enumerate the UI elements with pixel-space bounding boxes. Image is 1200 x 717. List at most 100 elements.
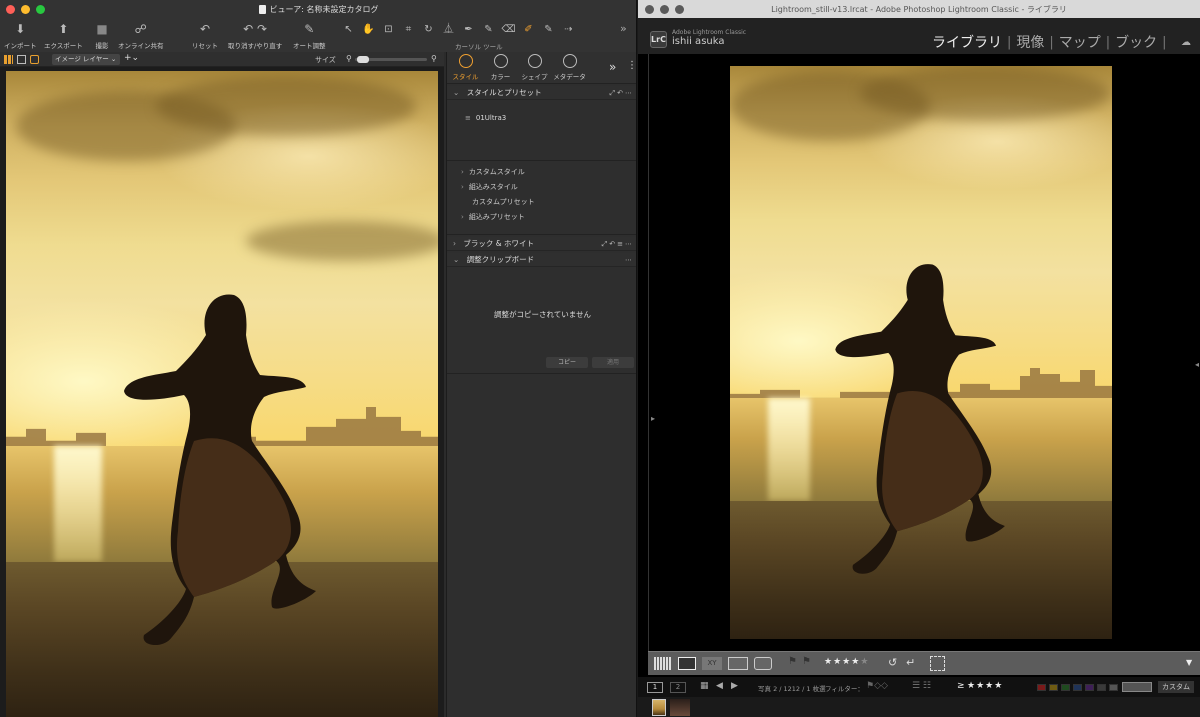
color-label-swatch[interactable] xyxy=(1109,684,1118,691)
left-panel-toggle-icon[interactable]: ▸ xyxy=(651,414,655,423)
color-label-swatch[interactable] xyxy=(1061,684,1070,691)
loupe-view-icon[interactable] xyxy=(678,657,696,670)
tab-shape[interactable]: シェイプ xyxy=(518,54,551,81)
builtin-styles-item[interactable]: › 組込みスタイル xyxy=(461,182,518,192)
styles-section-header[interactable]: ⌄ スタイルとプリセット ⤢↶⋯ xyxy=(447,86,636,100)
custom-filter-select[interactable]: カスタム xyxy=(1158,681,1194,693)
star-icon[interactable]: ★ xyxy=(833,657,842,667)
crop-icon[interactable]: ⌗ xyxy=(400,22,417,38)
copy-apply-icon[interactable]: ⇢ xyxy=(560,22,577,38)
star-icon[interactable]: ★ xyxy=(824,657,833,667)
close-button[interactable] xyxy=(6,5,15,14)
wb-picker-icon[interactable]: ✎ xyxy=(540,22,557,38)
add-layer-button[interactable]: +⌄ xyxy=(124,53,139,63)
viewer-photo[interactable] xyxy=(6,71,438,717)
crop-overlay-icon[interactable] xyxy=(930,656,945,671)
star-icon[interactable]: ★ xyxy=(976,681,985,691)
apply-button[interactable]: 適用 xyxy=(592,357,634,368)
rating-filter-operator[interactable]: ≥ xyxy=(957,681,965,691)
toolbar-overflow-icon[interactable]: » xyxy=(620,22,627,35)
star-icon[interactable]: ★ xyxy=(860,657,869,667)
search-icon[interactable]: ⚲ xyxy=(431,54,437,63)
filmstrip-thumbnail[interactable] xyxy=(652,699,666,716)
toolbar-options-icon[interactable]: ▼ xyxy=(1186,658,1192,667)
select-cursor-icon[interactable]: ↖ xyxy=(340,22,357,38)
grid-view-icon[interactable] xyxy=(654,657,672,670)
close-button[interactable] xyxy=(645,5,654,14)
color-picker-icon[interactable]: ✒ xyxy=(460,22,477,38)
flag-filter-icon[interactable]: ⚑◇◇ xyxy=(866,681,888,691)
main-window-button[interactable]: 1 xyxy=(647,682,663,693)
edit-filter-icon[interactable]: ☰ ☷ xyxy=(912,681,931,691)
clipboard-section-header[interactable]: ⌄ 調整クリップボード ⋯ xyxy=(447,253,636,267)
single-view-icon[interactable] xyxy=(17,55,26,64)
flag-reject-icon[interactable]: ⚑ xyxy=(802,656,811,669)
star-icon[interactable]: ★ xyxy=(994,681,1003,691)
loupe-photo[interactable] xyxy=(730,66,1112,639)
rating-filter-stars[interactable]: ★★★★ xyxy=(967,681,1003,691)
auto-adjust-button[interactable]: ✎ オート調整 xyxy=(293,21,326,50)
copy-button[interactable]: コピー xyxy=(546,357,588,368)
size-slider[interactable] xyxy=(355,56,427,63)
color-label-swatch[interactable] xyxy=(1073,684,1082,691)
zoom-button[interactable] xyxy=(36,5,45,14)
module-develop[interactable]: 現像 xyxy=(1016,32,1044,52)
star-icon[interactable]: ★ xyxy=(967,681,976,691)
module-map[interactable]: マップ xyxy=(1059,32,1101,52)
module-book[interactable]: ブック xyxy=(1115,32,1157,52)
minimize-button[interactable] xyxy=(660,5,669,14)
color-label-swatch[interactable] xyxy=(1037,684,1046,691)
people-view-icon[interactable] xyxy=(754,657,772,670)
tabs-overflow-icon[interactable]: » xyxy=(609,60,616,74)
section-actions[interactable]: ⤢↶⋯ xyxy=(610,86,634,100)
compare-view-icon[interactable]: XY xyxy=(702,657,722,670)
undo-redo-button[interactable]: ↶ ↷ 取り消す/やり直す xyxy=(228,21,282,50)
color-label-swatch[interactable] xyxy=(1049,684,1058,691)
flag-pick-icon[interactable]: ⚑ xyxy=(788,656,797,669)
star-icon[interactable]: ★ xyxy=(985,681,994,691)
import-button[interactable]: ⬇ インポート xyxy=(4,21,37,50)
tab-color[interactable]: カラー xyxy=(484,54,517,81)
custom-styles-item[interactable]: › カスタムスタイル xyxy=(461,167,525,177)
export-button[interactable]: ⬆ エクスポート xyxy=(44,21,83,50)
reset-button[interactable]: ↶ リセット xyxy=(192,21,218,50)
section-actions[interactable]: ⋯ xyxy=(625,253,634,267)
grid-icon[interactable]: ▦ xyxy=(700,681,709,691)
color-label-swatch[interactable] xyxy=(1085,684,1094,691)
share-button[interactable]: ☍ オンライン共有 xyxy=(118,21,164,50)
proof-view-icon[interactable] xyxy=(30,55,39,64)
pan-hand-icon[interactable]: ✋ xyxy=(360,22,377,38)
tab-metadata[interactable]: メタデータ xyxy=(553,54,586,81)
second-window-button[interactable]: 2 xyxy=(670,682,686,693)
keystone-icon[interactable]: ⏅ xyxy=(440,22,457,38)
star-icon[interactable]: ★ xyxy=(842,657,851,667)
right-panel-toggle-icon[interactable]: ◂ xyxy=(1195,360,1199,369)
zoom-button[interactable] xyxy=(675,5,684,14)
grid-view-icon[interactable] xyxy=(4,55,13,64)
loupe-icon[interactable]: ⊡ xyxy=(380,22,397,38)
custom-presets-item[interactable]: カスタムプリセット xyxy=(472,197,535,207)
tab-style[interactable]: スタイル xyxy=(449,54,482,81)
star-icon[interactable]: ★ xyxy=(851,657,860,667)
minimize-button[interactable] xyxy=(21,5,30,14)
eraser-icon[interactable]: ⌫ xyxy=(500,22,517,38)
size-slider-knob[interactable] xyxy=(357,56,369,63)
back-arrow-icon[interactable]: ◀ xyxy=(716,681,723,691)
survey-view-icon[interactable] xyxy=(728,657,748,670)
brush-icon[interactable]: ✎ xyxy=(480,22,497,38)
annotation-icon[interactable]: ✐ xyxy=(520,22,537,38)
star-rating[interactable]: ★★★★★ xyxy=(824,657,869,667)
rotate-right-icon[interactable]: ↵ xyxy=(906,656,915,669)
module-library[interactable]: ライブラリ xyxy=(932,32,1002,52)
tabs-menu-icon[interactable]: ⋮ xyxy=(627,60,636,71)
layer-select[interactable]: イメージ レイヤー ⌄ xyxy=(52,54,120,65)
rotate-left-icon[interactable]: ↺ xyxy=(888,656,897,669)
capture-button[interactable]: ■ 撮影 xyxy=(94,21,110,50)
rotate-icon[interactable]: ↻ xyxy=(420,22,437,38)
cloud-sync-icon[interactable]: ☁ xyxy=(1181,37,1191,48)
bw-section-header[interactable]: › ブラック & ホワイト ⤢↶≡⋯ xyxy=(447,237,636,251)
filmstrip-thumbnail[interactable] xyxy=(670,699,690,716)
forward-arrow-icon[interactable]: ▶ xyxy=(731,681,738,691)
filmstrip-view-toggle[interactable] xyxy=(1122,682,1152,692)
color-label-swatch[interactable] xyxy=(1097,684,1106,691)
